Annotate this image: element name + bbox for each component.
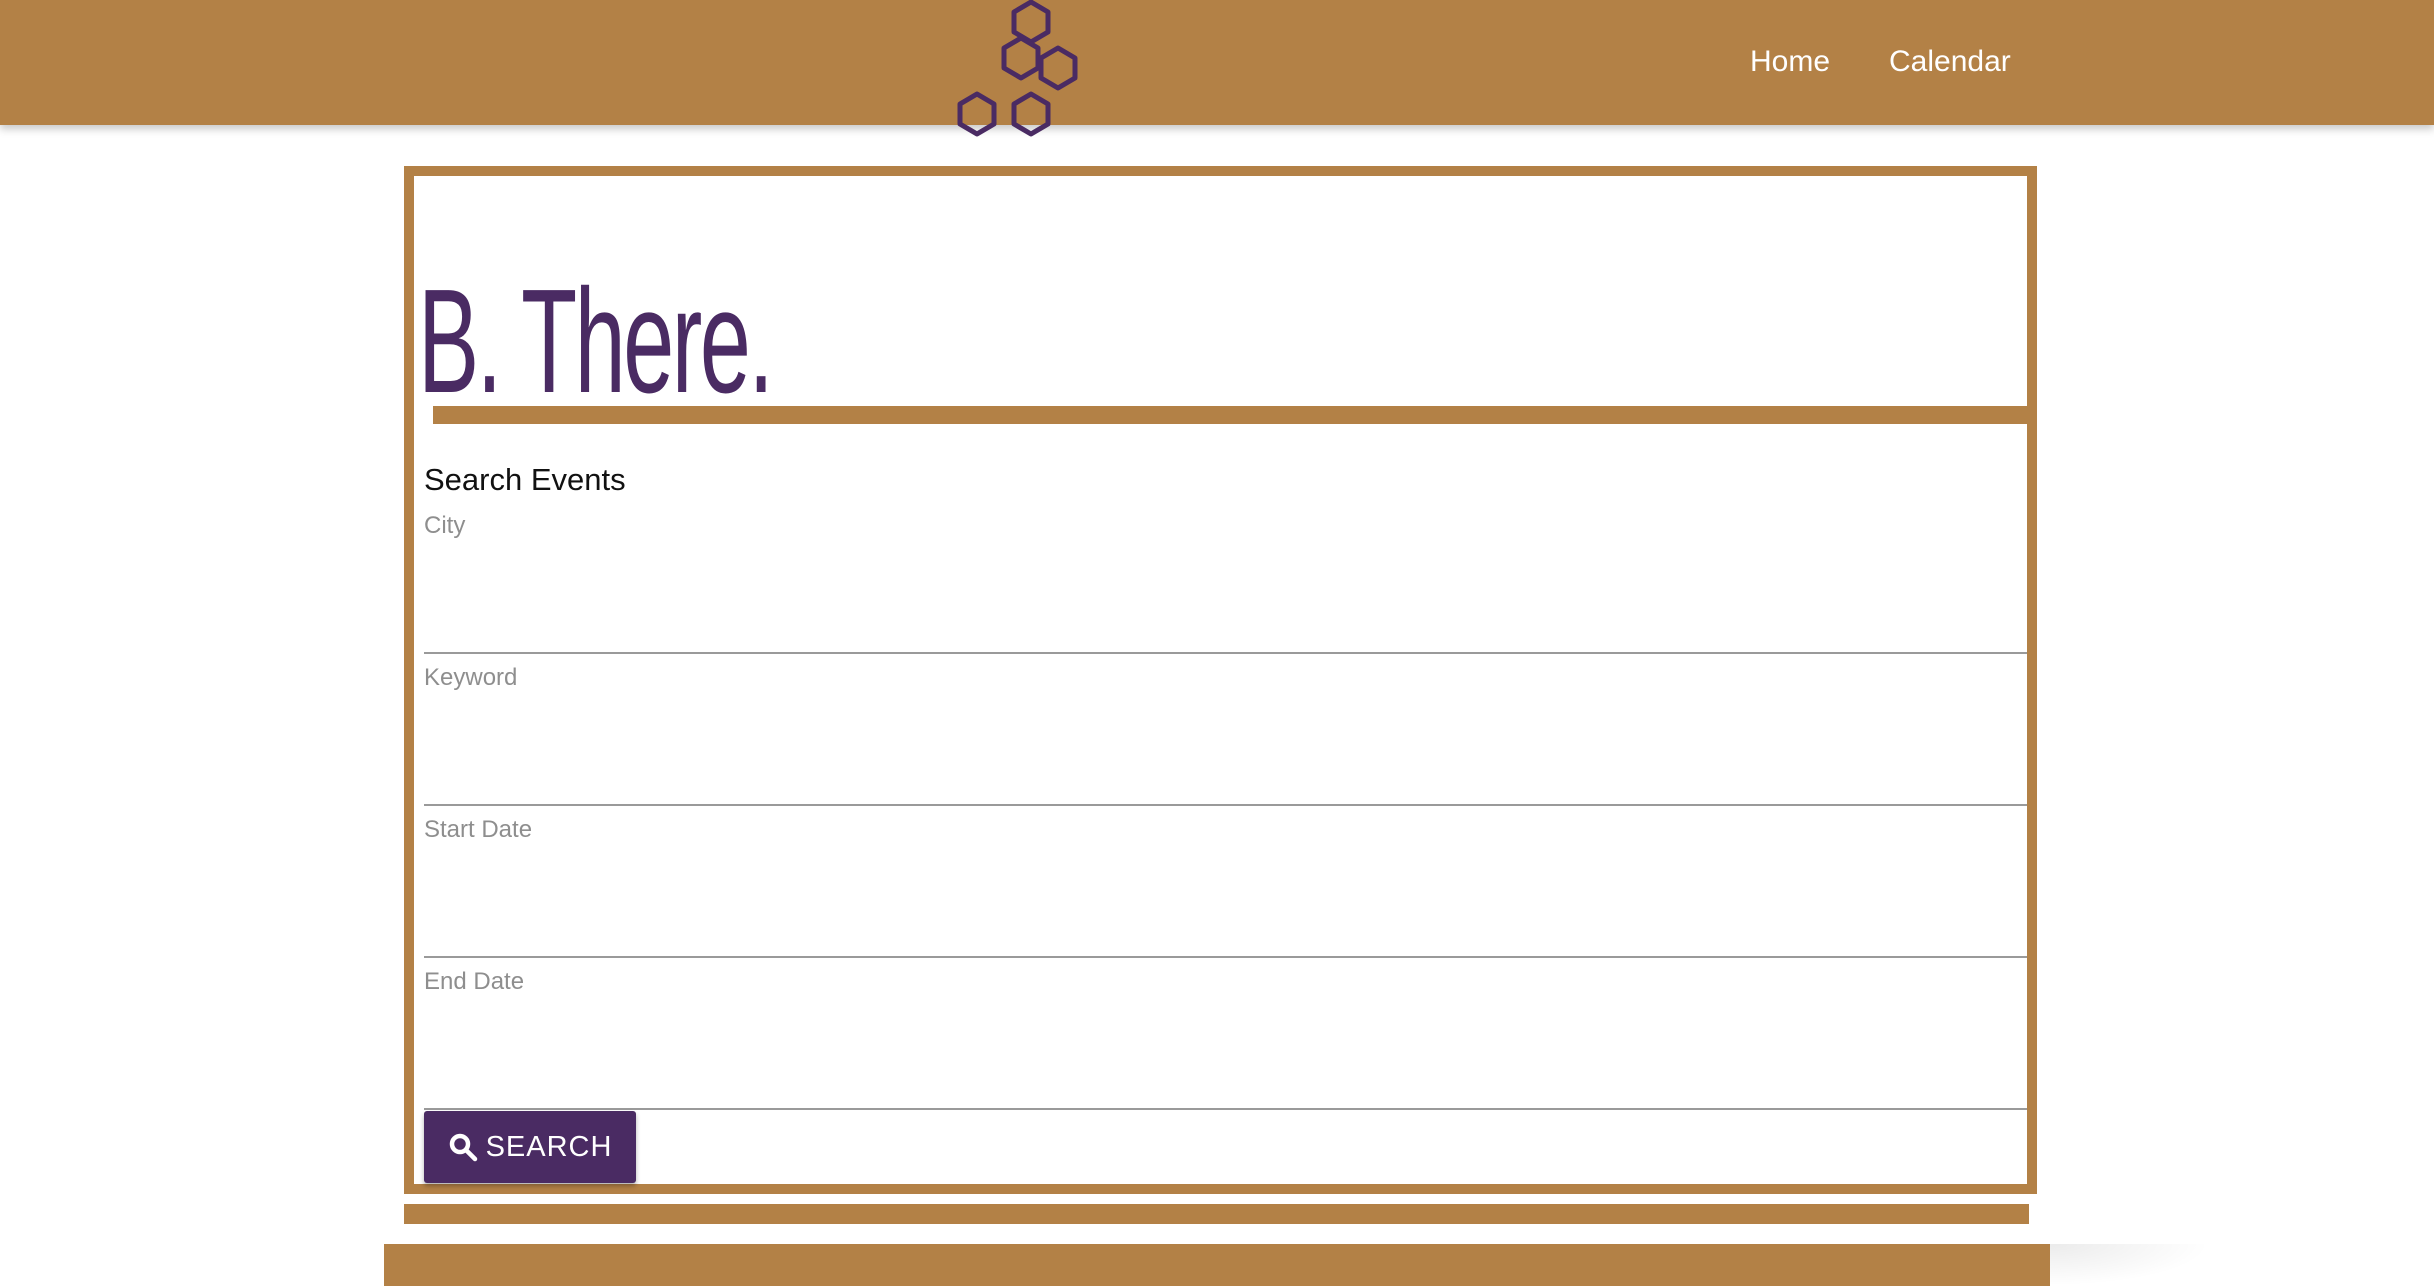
brand-title: B. There. <box>418 259 774 424</box>
city-field: City <box>424 512 2027 664</box>
start-date-label: Start Date <box>424 816 533 843</box>
keyword-label: Keyword <box>424 664 518 691</box>
search-button-label: SEARCH <box>485 1130 613 1163</box>
search-card: B. There. Search Events City Keyword Sta… <box>404 166 2037 1194</box>
honeycomb-icon[interactable] <box>940 0 1090 160</box>
city-label: City <box>424 512 466 539</box>
end-date-field: End Date <box>424 968 2027 1120</box>
start-date-field: Start Date <box>424 816 2027 968</box>
city-input[interactable] <box>424 552 2027 654</box>
top-navbar: Home Calendar <box>0 0 2434 125</box>
start-date-input[interactable] <box>424 856 2027 958</box>
end-date-input[interactable] <box>424 1008 2027 1110</box>
bottom-divider <box>404 1204 2029 1224</box>
keyword-input[interactable] <box>424 704 2027 806</box>
end-date-label: End Date <box>424 968 525 995</box>
search-icon <box>449 1133 477 1162</box>
search-heading: Search Events <box>424 462 626 497</box>
title-divider <box>433 406 2027 424</box>
footer-bar <box>384 1244 2050 1286</box>
nav-link-home[interactable]: Home <box>1750 44 1830 80</box>
search-button[interactable]: SEARCH <box>424 1111 636 1183</box>
footer-shadow <box>2050 1244 2210 1286</box>
nav-link-calendar[interactable]: Calendar <box>1889 44 2011 80</box>
keyword-field: Keyword <box>424 664 2027 816</box>
